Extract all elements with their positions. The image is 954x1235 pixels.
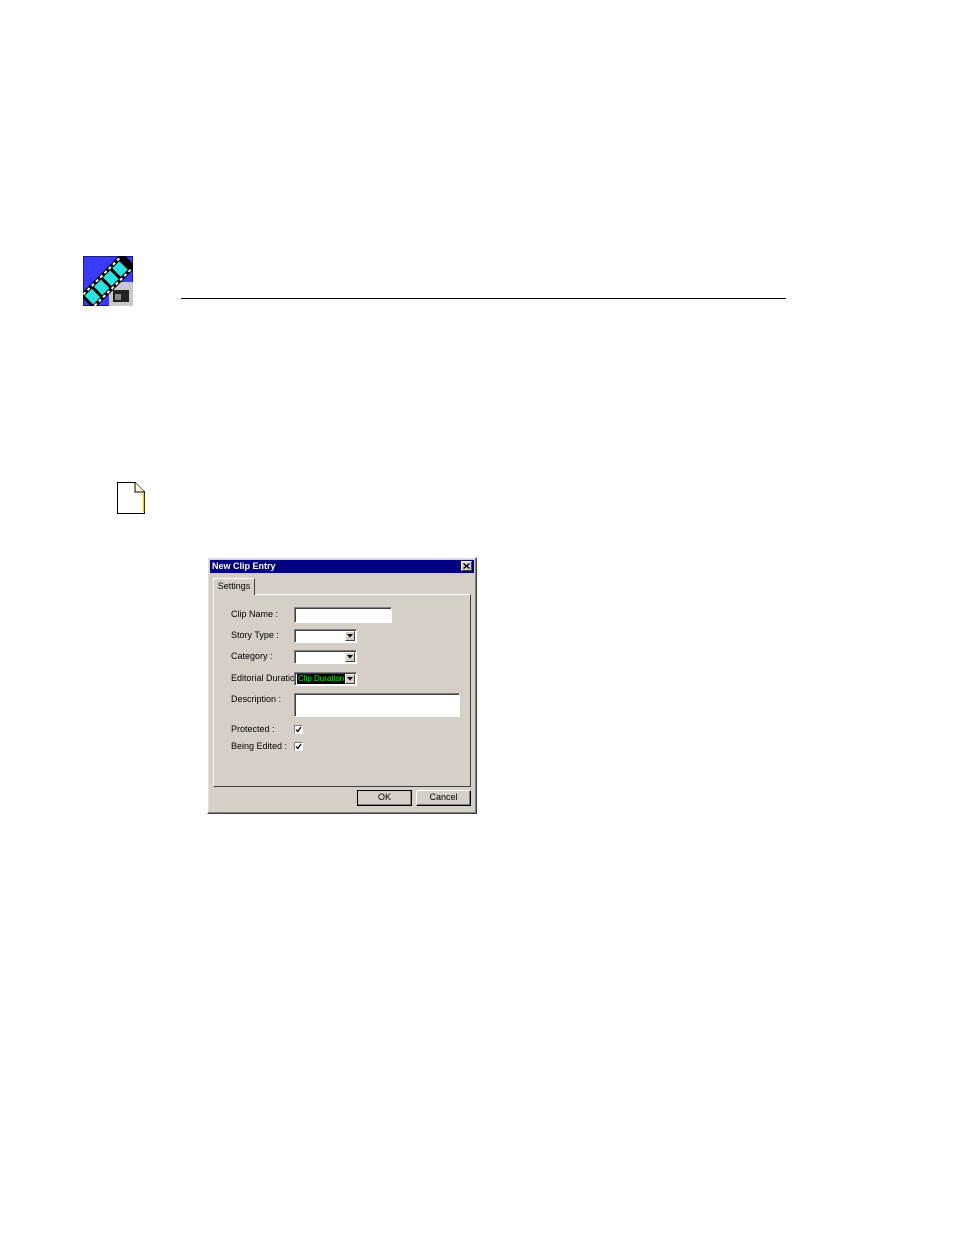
being-edited-label: Being Edited : xyxy=(231,741,288,751)
close-button[interactable] xyxy=(461,561,472,571)
tab-settings[interactable]: Settings xyxy=(213,578,255,595)
ok-button[interactable]: OK xyxy=(357,790,412,806)
settings-panel: Clip Name : Story Type : Category : Edit… xyxy=(213,594,471,787)
dialog-titlebar[interactable]: New Clip Entry xyxy=(210,560,474,573)
tab-settings-label: Settings xyxy=(217,581,251,591)
note-page-icon xyxy=(116,481,146,515)
category-label: Category : xyxy=(231,651,273,661)
category-value xyxy=(297,652,299,662)
protected-checkbox[interactable] xyxy=(294,725,303,734)
film-strip-logo-icon xyxy=(79,252,137,310)
checkmark-icon xyxy=(295,726,302,733)
description-input[interactable] xyxy=(294,693,460,717)
clip-name-input[interactable] xyxy=(294,607,392,623)
category-select[interactable] xyxy=(294,650,357,664)
story-type-select[interactable] xyxy=(294,629,357,643)
dialog-title: New Clip Entry xyxy=(212,561,276,571)
chevron-down-icon xyxy=(347,634,353,638)
header-rule xyxy=(181,298,786,299)
protected-label: Protected : xyxy=(231,724,275,734)
editorial-duration-select[interactable]: Clip Duration xyxy=(294,672,357,686)
close-icon xyxy=(463,563,470,569)
story-type-dropdown-button[interactable] xyxy=(345,631,355,641)
story-type-label: Story Type : xyxy=(231,630,279,640)
editorial-duration-dropdown-button[interactable] xyxy=(345,674,355,684)
cancel-button[interactable]: Cancel xyxy=(416,790,471,806)
category-dropdown-button[interactable] xyxy=(345,652,355,662)
description-label: Description : xyxy=(231,694,282,704)
checkmark-icon xyxy=(295,743,302,750)
chevron-down-icon xyxy=(347,677,353,681)
chevron-down-icon xyxy=(347,655,353,659)
clip-name-label: Clip Name : xyxy=(231,609,279,619)
being-edited-checkbox[interactable] xyxy=(294,742,303,751)
editorial-duration-value: Clip Duration xyxy=(297,674,346,684)
story-type-value xyxy=(297,631,299,641)
new-clip-entry-dialog: New Clip Entry Settings Clip Name : Stor… xyxy=(207,557,477,814)
